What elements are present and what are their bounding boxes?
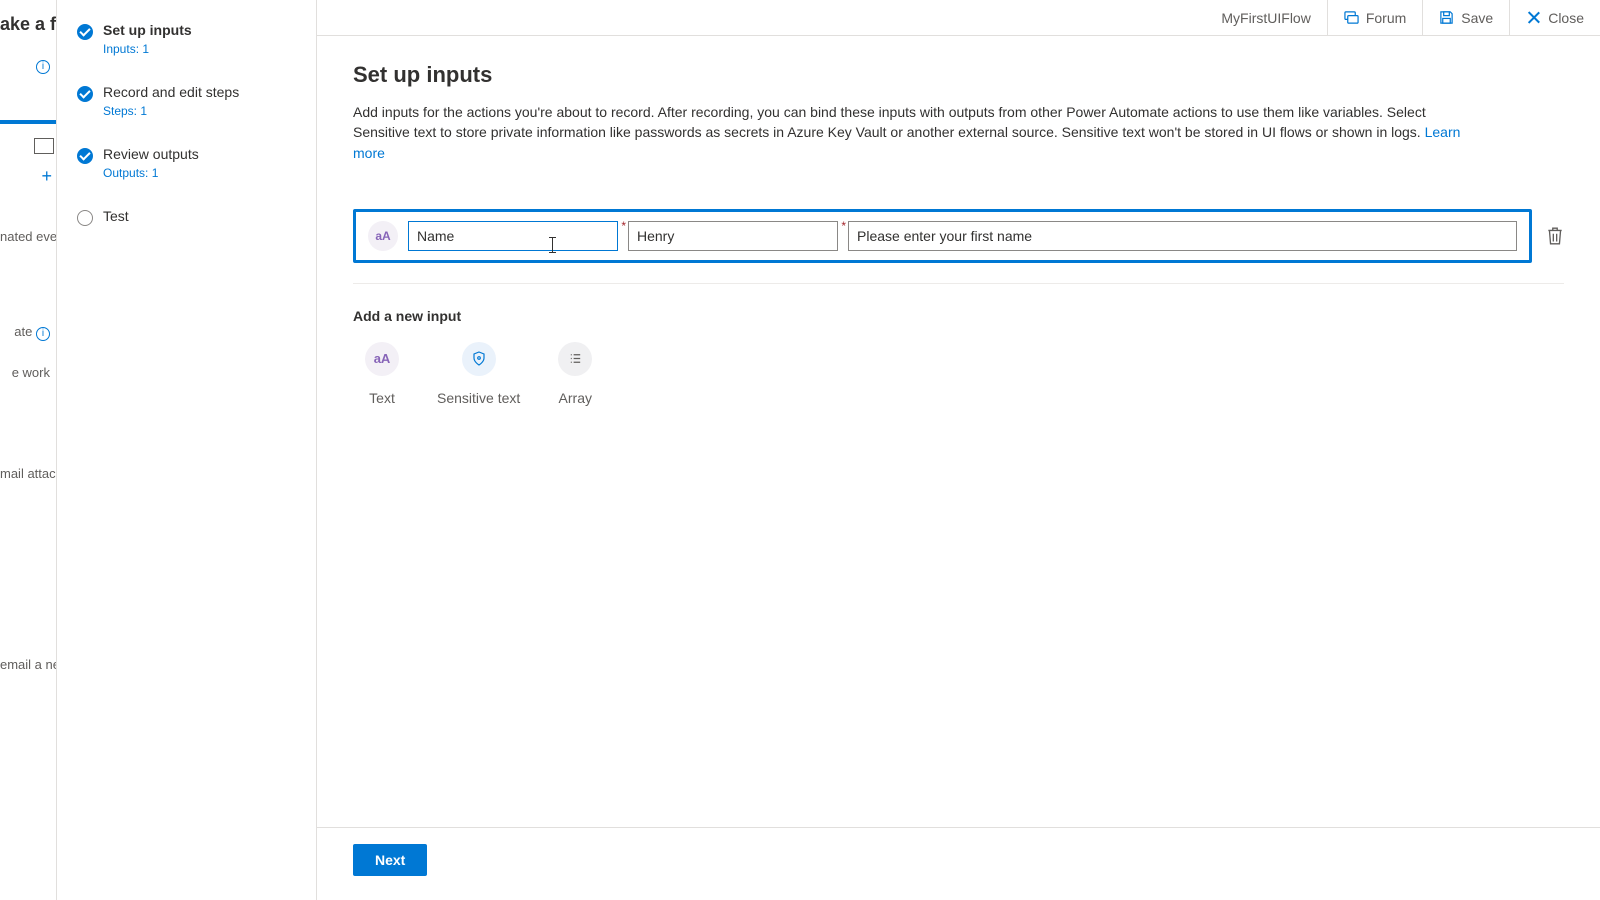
check-icon [77, 86, 93, 102]
input-type-buttons: aA Text Sensitive text Array [353, 342, 1564, 406]
save-button[interactable]: Save [1422, 0, 1509, 35]
wizard-step-label: Review outputs [103, 146, 199, 162]
input-name-field[interactable] [408, 221, 618, 251]
wizard-step-review[interactable]: Review outputs Outputs: 1 [77, 146, 300, 180]
page-description: Add inputs for the actions you're about … [353, 102, 1463, 163]
bg-text-2: ate i [0, 324, 56, 341]
list-icon [558, 342, 592, 376]
footer-bar: Next [317, 827, 1600, 900]
required-asterisk: * [841, 219, 846, 233]
add-input-heading: Add a new input [353, 308, 1564, 324]
input-description-field[interactable] [848, 221, 1517, 251]
wizard-step-sub: Inputs: 1 [103, 42, 192, 56]
add-text-input-button[interactable]: aA Text [365, 342, 399, 406]
bg-text-4: mail attac [0, 466, 56, 481]
forum-icon [1344, 10, 1359, 25]
save-icon [1439, 10, 1454, 25]
wizard-step-label: Record and edit steps [103, 84, 239, 100]
bg-progress-bar [0, 120, 56, 124]
wizard-step-label: Test [103, 208, 129, 224]
text-type-icon: aA [368, 221, 398, 251]
next-button[interactable]: Next [353, 844, 427, 876]
bg-text-1: nated even [0, 229, 56, 244]
input-value-field[interactable] [628, 221, 838, 251]
required-asterisk: * [621, 219, 626, 233]
input-row: aA * * [353, 209, 1564, 263]
type-label: Text [369, 390, 395, 406]
info-icon: i [36, 327, 50, 341]
wizard-step-setup-inputs[interactable]: Set up inputs Inputs: 1 [77, 22, 300, 56]
bg-text-3: e work [0, 365, 56, 380]
divider [353, 283, 1564, 284]
top-bar: MyFirstUIFlow Forum Save Close [317, 0, 1600, 36]
main-panel: Set up inputs Add inputs for the actions… [317, 36, 1600, 900]
wizard-step-label: Set up inputs [103, 22, 192, 38]
forum-button[interactable]: Forum [1327, 0, 1422, 35]
bg-template-icon [34, 138, 54, 154]
wizard-step-test[interactable]: Test [77, 208, 300, 226]
close-icon [1526, 10, 1541, 25]
content-area: Set up inputs Add inputs for the actions… [317, 36, 1600, 827]
bg-text-5: email a ne [0, 657, 56, 672]
bg-title-fragment: ake a flo [0, 0, 56, 35]
text-icon: aA [365, 342, 399, 376]
wizard-step-sub: Outputs: 1 [103, 166, 199, 180]
page-title: Set up inputs [353, 62, 1564, 88]
bg-plus-icon: + [0, 166, 56, 187]
info-icon: i [36, 60, 50, 74]
wizard-steps-panel: Set up inputs Inputs: 1 Record and edit … [57, 0, 317, 900]
wizard-step-record[interactable]: Record and edit steps Steps: 1 [77, 84, 300, 118]
type-label: Array [559, 390, 592, 406]
flow-name: MyFirstUIFlow [1205, 0, 1326, 35]
wizard-step-sub: Steps: 1 [103, 104, 239, 118]
delete-icon[interactable] [1546, 226, 1564, 246]
add-sensitive-input-button[interactable]: Sensitive text [437, 342, 520, 406]
background-left-sliver: ake a flo i + nated even ate i e work ma… [0, 0, 57, 900]
check-icon [77, 148, 93, 164]
circle-icon [77, 210, 93, 226]
close-button[interactable]: Close [1509, 0, 1600, 35]
add-array-input-button[interactable]: Array [558, 342, 592, 406]
input-card: aA * * [353, 209, 1532, 263]
check-icon [77, 24, 93, 40]
shield-icon [462, 342, 496, 376]
type-label: Sensitive text [437, 390, 520, 406]
